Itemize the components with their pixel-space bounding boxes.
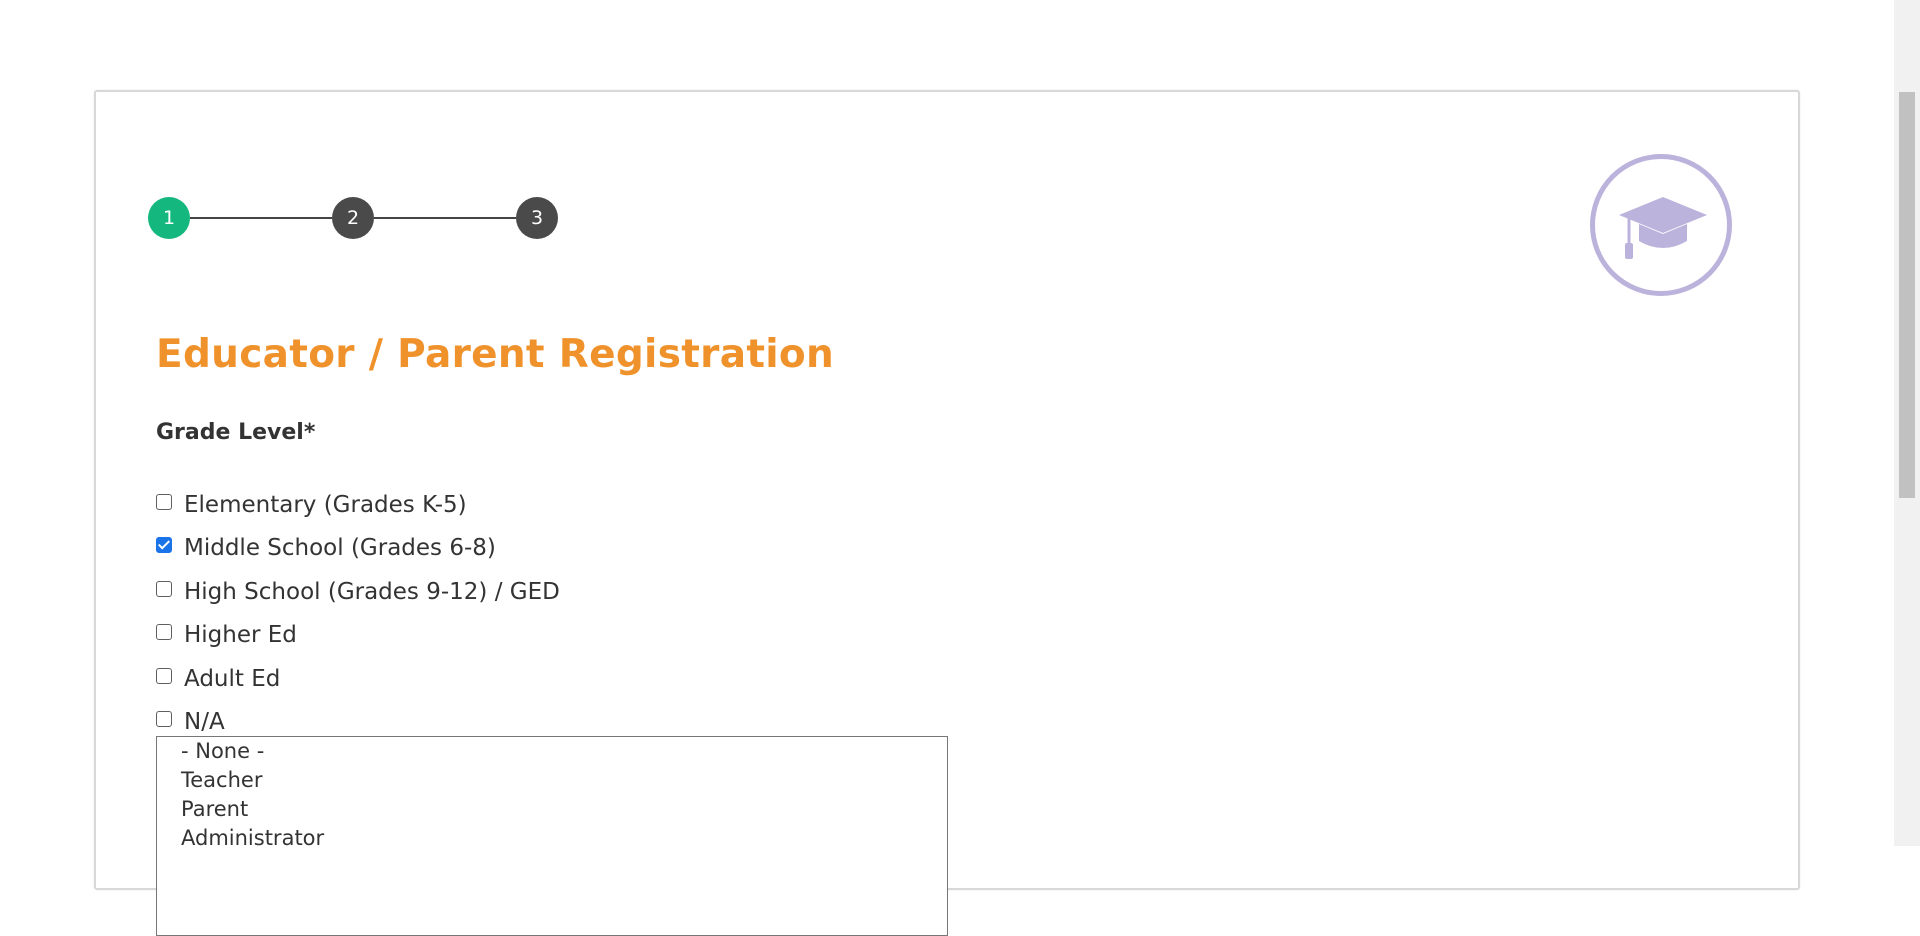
grade-option-high-school[interactable]: High School (Grades 9-12) / GED xyxy=(156,575,560,609)
option-label: Middle School (Grades 6-8) xyxy=(184,535,496,561)
progress-stepper: 1 2 3 xyxy=(148,197,558,239)
checkbox-middle-school[interactable] xyxy=(156,537,172,553)
step-2-indicator: 2 xyxy=(332,197,374,239)
checkbox-high-school[interactable] xyxy=(156,581,172,597)
scrollbar-thumb[interactable] xyxy=(1899,92,1915,498)
graduation-badge xyxy=(1590,154,1732,296)
grade-level-label: Grade Level* xyxy=(156,420,316,445)
checkbox-adult-ed[interactable] xyxy=(156,668,172,684)
step-3-indicator: 3 xyxy=(516,197,558,239)
step-connector xyxy=(374,217,516,219)
grade-option-adult-ed[interactable]: Adult Ed xyxy=(156,662,280,696)
checkbox-elementary[interactable] xyxy=(156,494,172,510)
grade-option-elementary[interactable]: Elementary (Grades K-5) xyxy=(156,488,467,522)
registration-card: 1 2 3 Educator / Parent Registration Gra… xyxy=(94,90,1800,936)
grade-option-na[interactable]: N/A xyxy=(156,705,225,739)
option-label: High School (Grades 9-12) / GED xyxy=(184,579,560,605)
listbox-option-administrator[interactable]: Administrator xyxy=(181,826,324,850)
option-label: N/A xyxy=(184,709,225,735)
checkbox-higher-ed[interactable] xyxy=(156,624,172,640)
role-listbox[interactable]: - None - Teacher Parent Administrator xyxy=(156,736,948,936)
graduation-cap-icon xyxy=(1619,197,1707,259)
page-title: Educator / Parent Registration xyxy=(156,332,835,377)
listbox-option-none[interactable]: - None - xyxy=(181,739,264,763)
option-label: Adult Ed xyxy=(184,666,281,692)
listbox-option-teacher[interactable]: Teacher xyxy=(181,768,262,792)
step-connector xyxy=(190,217,332,219)
grade-option-middle-school[interactable]: Middle School (Grades 6-8) xyxy=(156,531,496,565)
checkbox-na[interactable] xyxy=(156,711,172,727)
page-scrollbar[interactable] xyxy=(1894,0,1920,846)
step-1-indicator: 1 xyxy=(148,197,190,239)
option-label: Elementary (Grades K-5) xyxy=(184,492,467,518)
grade-option-higher-ed[interactable]: Higher Ed xyxy=(156,618,297,652)
listbox-option-parent[interactable]: Parent xyxy=(181,797,248,821)
option-label: Higher Ed xyxy=(184,622,297,648)
